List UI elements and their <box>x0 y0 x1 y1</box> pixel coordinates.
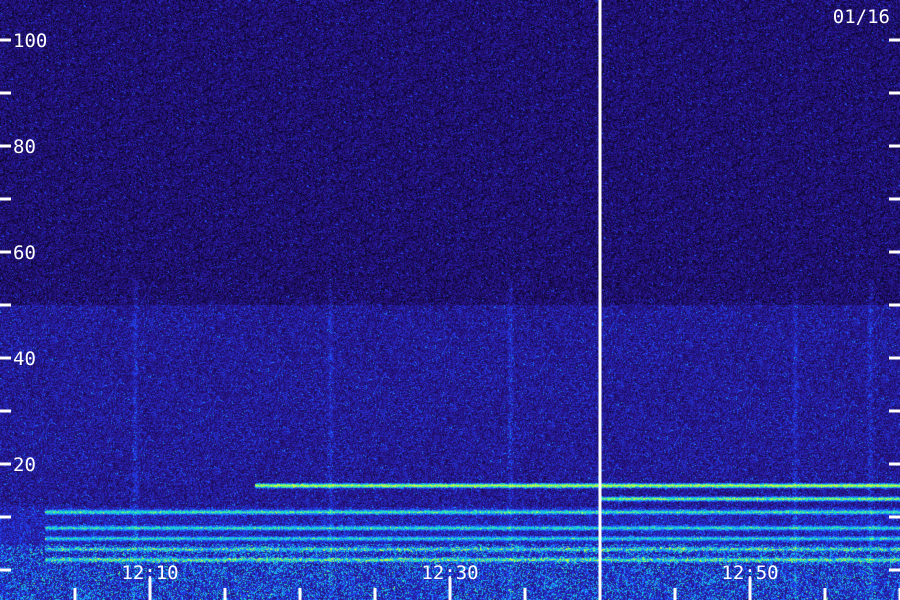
y-tick-label: 60 <box>13 242 36 264</box>
x-tick-label: 12:30 <box>421 562 478 584</box>
x-tick-label: 12:50 <box>721 562 778 584</box>
x-tick-labels: 12:10 12:30 12:50 <box>121 562 778 584</box>
y-tick-label: 20 <box>13 454 36 476</box>
y-ticks-left <box>0 38 11 572</box>
y-tick-label: 100 <box>13 30 47 52</box>
y-ticks-right <box>889 38 900 572</box>
y-tick-labels: 20 40 60 80 100 <box>13 30 47 476</box>
date-label: 01/16 <box>833 6 890 28</box>
y-tick-label: 40 <box>13 348 36 370</box>
axis-overlay: 20 40 60 80 100 12:10 12:30 12:50 01/16 <box>0 0 900 600</box>
spectrogram-chart: 20 40 60 80 100 12:10 12:30 12:50 01/16 <box>0 0 900 600</box>
x-tick-label: 12:10 <box>121 562 178 584</box>
y-tick-label: 80 <box>13 136 36 158</box>
